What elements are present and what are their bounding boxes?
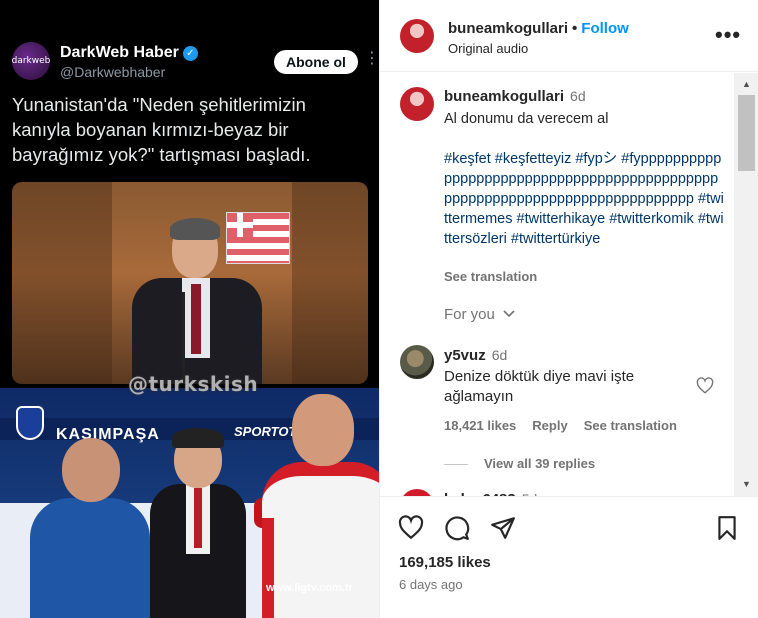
view-replies-button[interactable]: View all 39 replies <box>444 456 595 471</box>
like-heart-icon[interactable] <box>398 515 424 541</box>
tweet-header: darkweb DarkWeb Haber ✓ @Darkwebhaber Abo… <box>12 42 379 82</box>
club-crest-icon <box>16 406 44 440</box>
tweet-handle: @Darkwebhaber <box>60 64 166 80</box>
post-header: buneamkogullari • Follow Original audio ••… <box>380 0 758 72</box>
verified-badge-icon: ✓ <box>182 46 198 61</box>
board-team-name: KASIMPAŞA <box>56 426 160 443</box>
scroll-up-arrow-icon[interactable]: ▲ <box>734 79 758 89</box>
for-you-dropdown[interactable]: For you <box>444 306 516 323</box>
caption-text: Al donumu da verecem al <box>444 111 609 127</box>
broadcast-site: www.ligtv.com.tr <box>266 582 353 594</box>
comment-text: Denize döktük diye mavi işte ağlamayın <box>444 368 635 405</box>
scrollbar-thumb[interactable] <box>738 95 755 171</box>
tweet-follow-button: Abone ol <box>274 50 358 74</box>
post-actions: 169,185 likes 6 days ago <box>380 496 758 618</box>
comment-username[interactable]: y5vuz <box>444 347 486 364</box>
caption-time: 6d <box>570 88 586 104</box>
red-white-flag <box>226 212 290 264</box>
share-send-icon[interactable] <box>490 515 516 541</box>
tweet-author-name: DarkWeb Haber ✓ <box>60 44 198 62</box>
caption-see-translation[interactable]: See translation <box>444 269 537 284</box>
more-options-icon[interactable]: ••• <box>715 22 741 48</box>
author-avatar[interactable] <box>400 19 434 53</box>
comment-like-heart-icon[interactable] <box>696 377 714 395</box>
scrollbar[interactable]: ▲ ▼ <box>734 73 758 496</box>
caption-username[interactable]: buneamkogullari <box>444 88 564 105</box>
tweet-text: Yunanistan'da "Neden şehitlerimizin kanı… <box>12 94 311 165</box>
comment-time: 6d <box>491 347 508 363</box>
comment-bubble-icon[interactable] <box>444 515 470 541</box>
commenter-avatar-2[interactable] <box>400 489 434 496</box>
caption-avatar[interactable] <box>400 87 434 121</box>
comment-reply-button[interactable]: Reply <box>532 418 567 433</box>
post-details: buneamkogullari • Follow Original audio ••… <box>379 0 758 618</box>
tweet-more-icon: ⋮ <box>364 50 379 67</box>
commenter-avatar[interactable] <box>400 345 434 379</box>
post-media[interactable]: darkweb DarkWeb Haber ✓ @Darkwebhaber Abo… <box>0 0 379 618</box>
comments-scroll-area[interactable]: buneamkogullari 6d Al donumu da verecem a… <box>380 73 758 496</box>
caption-hashtags[interactable]: #keşfet #keşfetteyiz #fypシ #fypppppppppp… <box>444 149 726 249</box>
tweet-avatar: darkweb <box>12 42 50 80</box>
scroll-down-arrow-icon[interactable]: ▼ <box>734 479 758 489</box>
comment-see-translation[interactable]: See translation <box>584 418 677 433</box>
replies-divider <box>444 464 468 466</box>
author-username[interactable]: buneamkogullari <box>448 20 568 37</box>
parliament-photo <box>12 182 368 384</box>
chevron-down-icon <box>503 310 515 318</box>
original-audio-link[interactable]: Original audio <box>448 41 528 56</box>
post-timestamp: 6 days ago <box>399 577 463 592</box>
media-watermark: @turkskish <box>128 372 259 396</box>
save-bookmark-icon[interactable] <box>714 515 740 541</box>
comment-like-count[interactable]: 18,421 likes <box>444 418 516 433</box>
post-viewer: darkweb DarkWeb Haber ✓ @Darkwebhaber Abo… <box>0 0 758 618</box>
follow-button[interactable]: Follow <box>581 20 629 37</box>
comment-meta: 18,421 likes Reply See translation <box>444 418 693 433</box>
post-like-count[interactable]: 169,185 likes <box>399 554 491 571</box>
interview-photo: KASIMPAŞA SPORTOTO www.ligtv.com.tr <box>0 388 379 618</box>
